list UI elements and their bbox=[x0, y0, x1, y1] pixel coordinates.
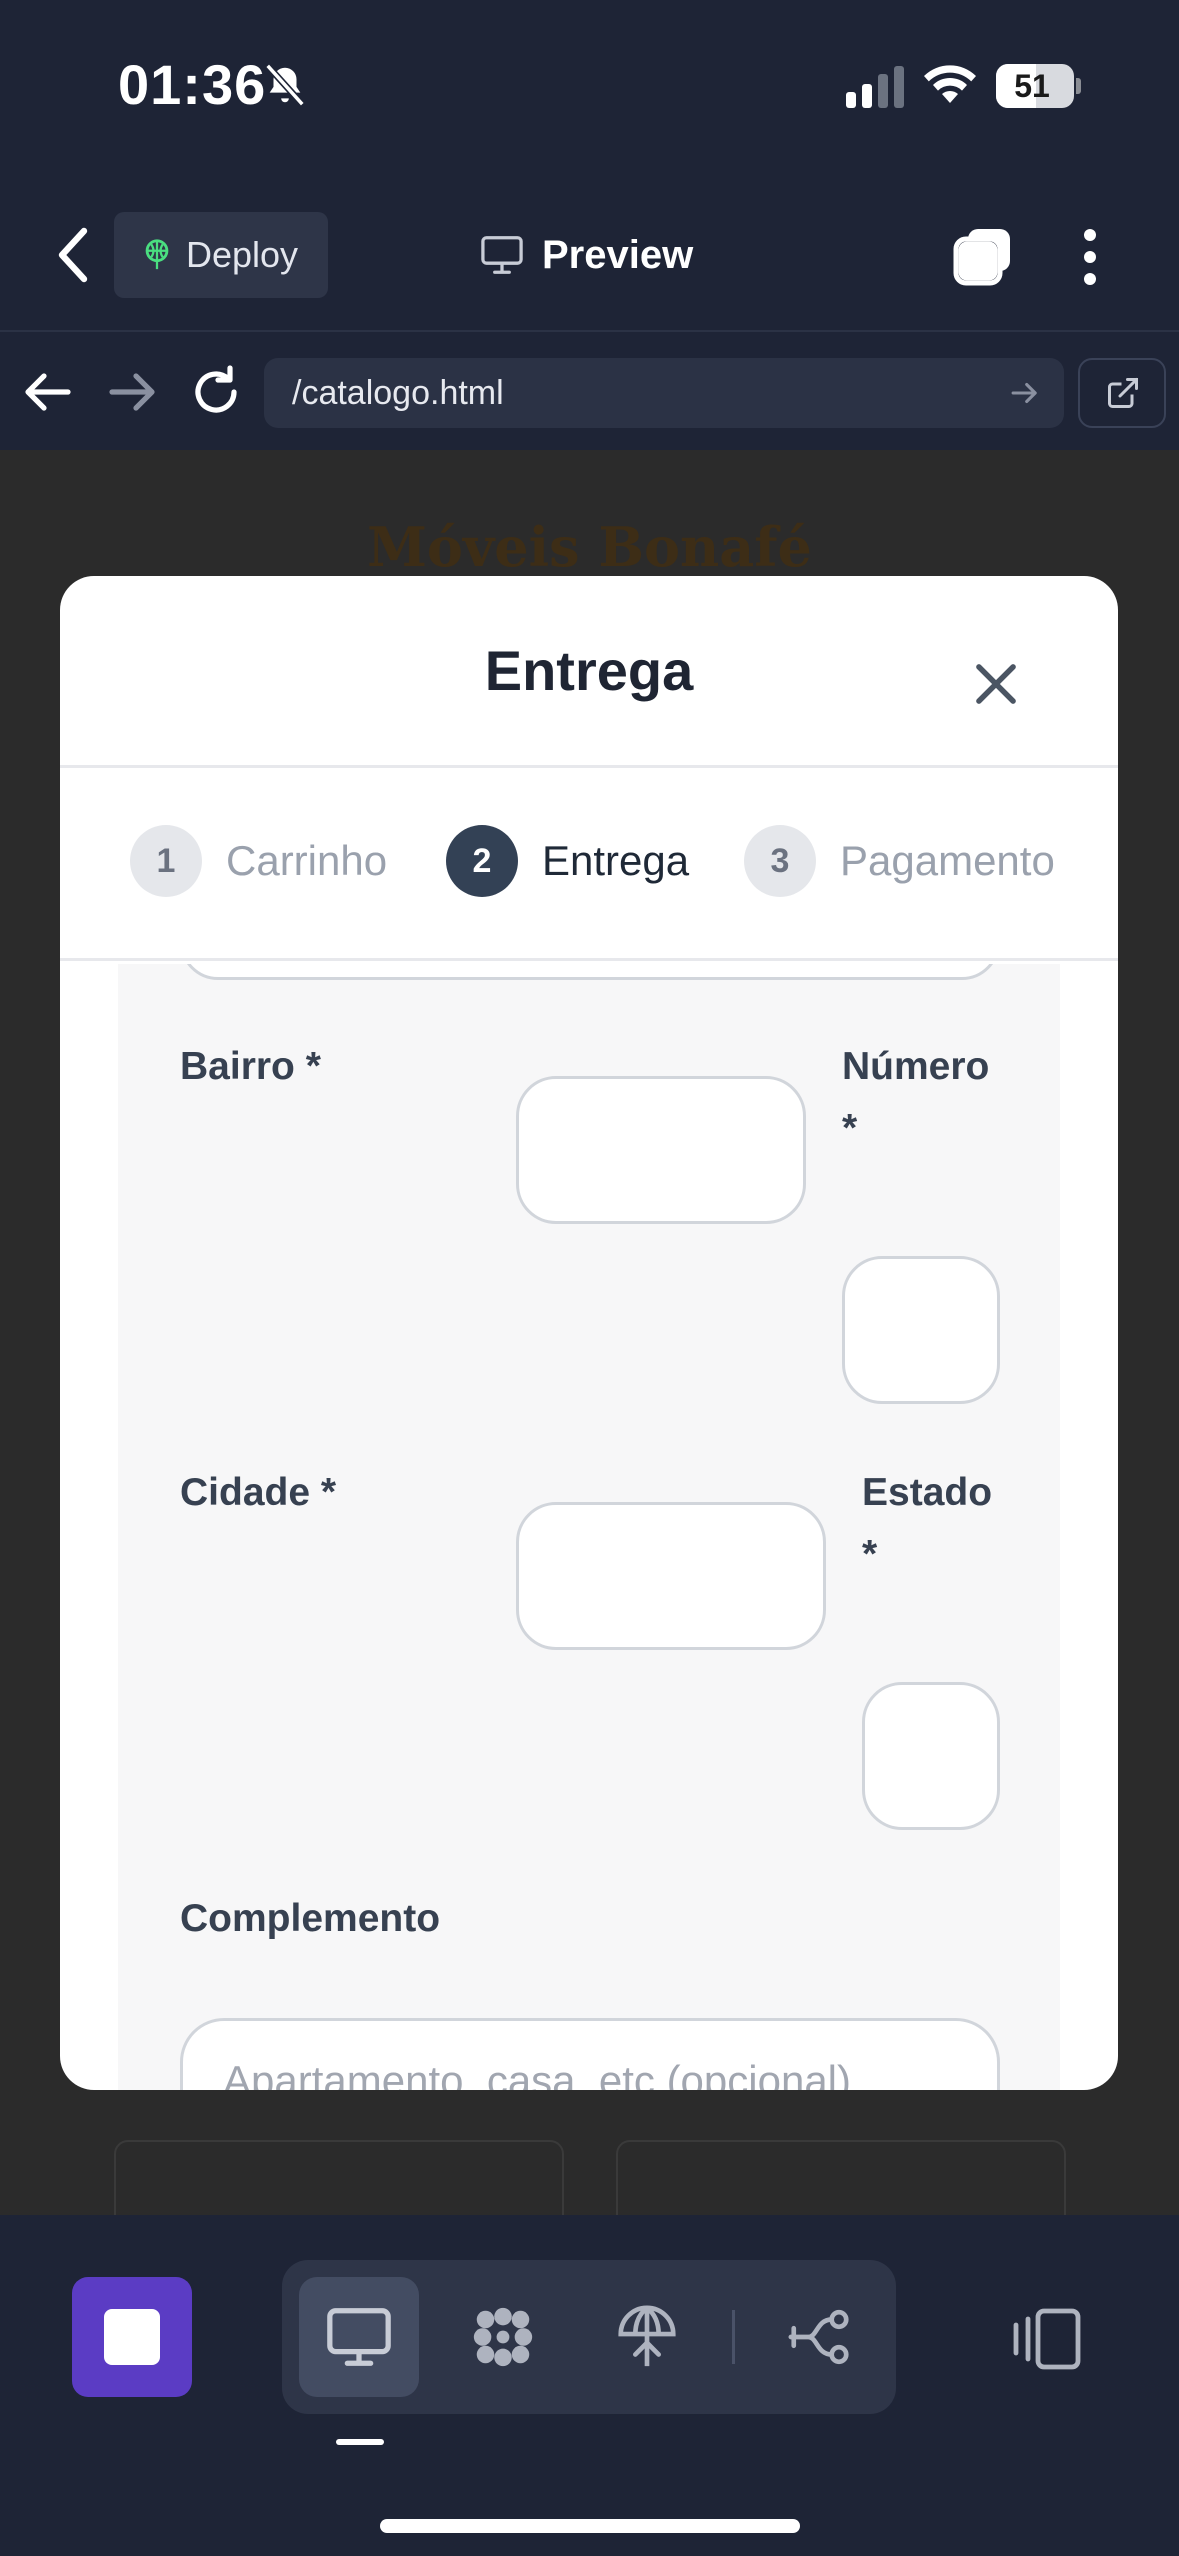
open-external-button[interactable] bbox=[1078, 358, 1166, 428]
estado-label: Estado bbox=[862, 1471, 993, 1514]
numero-required-mark: * bbox=[842, 1107, 858, 1150]
estado-required-mark: * bbox=[862, 1533, 878, 1576]
url-bar[interactable]: /catalogo.html bbox=[264, 358, 1064, 428]
stop-icon bbox=[104, 2309, 160, 2365]
deploy-label: Deploy bbox=[186, 234, 299, 275]
battery-level: 51 bbox=[1014, 68, 1050, 104]
active-tab-indicator bbox=[336, 2439, 384, 2445]
status-bar: 01:36 51 bbox=[0, 0, 1179, 175]
step-number: 3 bbox=[744, 825, 816, 897]
home-indicator bbox=[380, 2519, 800, 2533]
deploy-view-button[interactable] bbox=[587, 2277, 707, 2397]
complemento-label: Complemento bbox=[180, 1897, 441, 1940]
arrow-left-icon[interactable] bbox=[18, 362, 78, 422]
complemento-placeholder: Apartamento, casa, etc (opcional) bbox=[223, 2057, 851, 2090]
preview-title[interactable]: Preview bbox=[480, 227, 693, 283]
preview-label: Preview bbox=[542, 232, 694, 277]
modal-title: Entrega bbox=[484, 639, 694, 702]
step-cart[interactable]: 1 Carrinho bbox=[130, 825, 387, 897]
bairro-input[interactable] bbox=[516, 1076, 806, 1224]
step-label: Entrega bbox=[542, 837, 690, 884]
step-payment[interactable]: 3 Pagamento bbox=[744, 825, 1055, 897]
arrow-right-icon[interactable] bbox=[102, 362, 162, 422]
browser-bar: /catalogo.html bbox=[0, 330, 1179, 450]
monitor-icon bbox=[481, 236, 523, 274]
numero-input[interactable] bbox=[842, 1256, 1000, 1404]
preview-view-button[interactable] bbox=[299, 2277, 419, 2397]
monitor-icon bbox=[327, 2308, 391, 2366]
toolbar-divider bbox=[732, 2310, 735, 2364]
stop-button[interactable] bbox=[72, 2277, 192, 2397]
view-switcher bbox=[282, 2260, 896, 2414]
estado-input[interactable] bbox=[862, 1682, 1000, 1830]
flow-icon bbox=[788, 2309, 849, 2365]
kebab-icon[interactable] bbox=[1066, 225, 1114, 289]
step-number: 1 bbox=[130, 825, 202, 897]
deploy-tree-icon bbox=[145, 239, 169, 270]
battery-icon: 51 bbox=[996, 64, 1081, 108]
flow-view-button[interactable] bbox=[760, 2277, 880, 2397]
address-field[interactable] bbox=[180, 964, 1000, 980]
bairro-label: Bairro * bbox=[180, 1045, 321, 1088]
cidade-input[interactable] bbox=[516, 1502, 826, 1650]
step-label: Pagamento bbox=[840, 837, 1055, 884]
checkout-steps: 1 Carrinho 2 Entrega 3 Pagamento bbox=[60, 771, 1118, 961]
external-link-icon bbox=[1108, 378, 1138, 408]
delivery-form: Bairro * Número * Cidade * Estado * Comp… bbox=[118, 964, 1060, 2090]
reload-icon[interactable] bbox=[186, 362, 246, 422]
bottom-toolbar bbox=[0, 2215, 1179, 2556]
wifi-icon bbox=[924, 65, 976, 103]
go-arrow-icon[interactable] bbox=[1008, 376, 1042, 410]
url-text: /catalogo.html bbox=[292, 374, 504, 412]
app-bar: Deploy Preview bbox=[0, 205, 1179, 305]
complemento-input[interactable]: Apartamento, casa, etc (opcional) bbox=[180, 2018, 1000, 2090]
step-number: 2 bbox=[446, 825, 518, 897]
signal-icon bbox=[846, 66, 904, 108]
modal-header: Entrega bbox=[60, 576, 1118, 768]
apps-view-button[interactable] bbox=[443, 2277, 563, 2397]
step-label: Carrinho bbox=[226, 837, 388, 884]
close-icon[interactable] bbox=[964, 652, 1028, 716]
tabs-icon[interactable] bbox=[952, 227, 1012, 287]
globe-deploy-icon bbox=[618, 2305, 676, 2367]
step-delivery[interactable]: 2 Entrega bbox=[446, 825, 689, 897]
numero-label: Número bbox=[842, 1045, 990, 1088]
delivery-modal: Entrega 1 Carrinho 2 Entrega 3 Pagamento… bbox=[60, 576, 1118, 2090]
deploy-button[interactable]: Deploy bbox=[114, 212, 328, 298]
panel-icon[interactable] bbox=[1010, 2307, 1082, 2371]
site-brand: Móveis Bonafé bbox=[367, 515, 812, 579]
cidade-label: Cidade * bbox=[180, 1471, 337, 1514]
status-time: 01:36 bbox=[118, 53, 267, 116]
back-chevron-icon[interactable] bbox=[54, 225, 94, 285]
bell-slash-icon bbox=[265, 63, 305, 107]
grid-dots-icon bbox=[473, 2307, 533, 2367]
